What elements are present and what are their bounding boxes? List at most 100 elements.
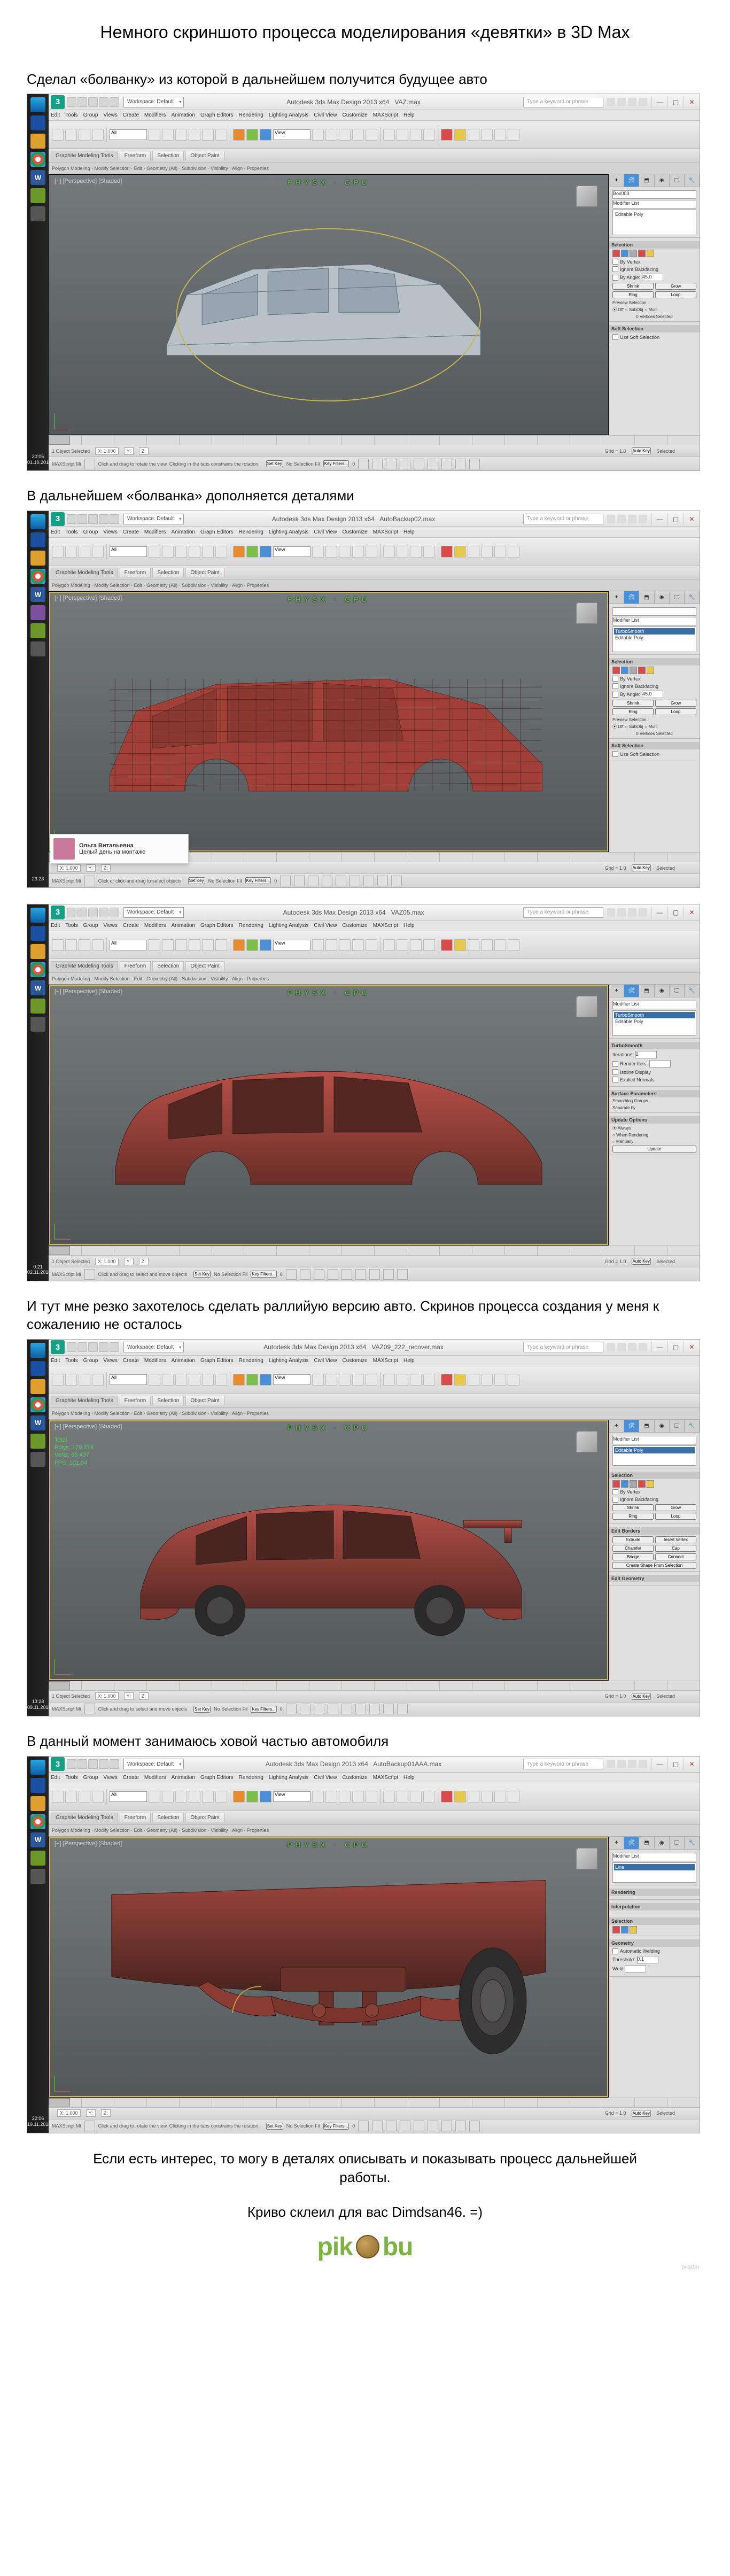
workspace-dropdown[interactable]: Workspace: Default [123, 1342, 184, 1352]
toolbar-button[interactable] [189, 129, 200, 141]
render-icon[interactable] [468, 546, 479, 558]
workspace-dropdown[interactable]: Workspace: Default [123, 514, 184, 524]
help-search-input[interactable]: Type a keyword or phrase [523, 907, 603, 918]
toolbar-button[interactable] [79, 1791, 90, 1803]
qat-redo-icon[interactable] [110, 908, 119, 917]
help-search-input[interactable]: Type a keyword or phrase [523, 97, 603, 107]
favorites-icon[interactable] [628, 1760, 636, 1768]
frame-field[interactable]: 0 [280, 1706, 283, 1712]
menu-modifiers[interactable]: Modifiers [144, 112, 166, 118]
move-tool-icon[interactable] [233, 129, 245, 141]
menu-modifiers[interactable]: Modifiers [144, 1358, 166, 1364]
panel-tab-display-icon[interactable]: 🖵 [670, 174, 685, 187]
toolbar-button[interactable] [162, 939, 174, 951]
pan-icon[interactable] [363, 876, 374, 886]
panel-tab-utilities-icon[interactable]: 🔧 [685, 591, 700, 604]
coord-x-field[interactable]: X: 1.000 [57, 864, 81, 872]
chrome-icon[interactable] [30, 962, 45, 977]
signin-icon[interactable] [617, 515, 626, 523]
next-frame-icon[interactable] [328, 1269, 338, 1280]
explicit-normals-checkbox[interactable] [612, 1077, 618, 1082]
menu-civil view[interactable]: Civil View [314, 529, 337, 535]
word-icon[interactable]: W [30, 1832, 45, 1847]
orbit-icon[interactable] [377, 876, 388, 886]
zoom-icon[interactable] [428, 2121, 438, 2131]
infocenter-icon[interactable] [607, 1343, 615, 1351]
toolbar-button[interactable] [366, 939, 377, 951]
toolbar-button[interactable] [325, 1791, 337, 1803]
ribbon-tab-0[interactable]: Graphite Modeling Tools [51, 568, 118, 577]
by-vertex-checkbox[interactable] [612, 676, 618, 682]
material-editor-icon[interactable] [441, 939, 453, 951]
minimize-button[interactable]: — [651, 907, 667, 918]
grow-button[interactable]: Grow [655, 283, 696, 290]
ie-icon[interactable] [30, 1778, 45, 1793]
key-filters-dropdown[interactable]: No Selection Fil [214, 1706, 247, 1712]
toolbar-button[interactable] [325, 129, 337, 141]
frame-field[interactable]: 0 [352, 2123, 355, 2129]
toolbar-button[interactable] [339, 939, 351, 951]
key-filters-button[interactable]: Key Filters... [251, 1271, 276, 1278]
toolbar-button[interactable] [325, 939, 337, 951]
menu-create[interactable]: Create [123, 923, 139, 929]
app-logo-icon[interactable]: 3 [51, 906, 65, 919]
by-angle-checkbox[interactable] [612, 692, 618, 698]
subobj-edge-icon[interactable] [621, 1480, 628, 1488]
autokey-button[interactable]: Auto Key [632, 1258, 651, 1265]
ribbon-tab-1[interactable]: Freeform [120, 961, 151, 971]
favorites-icon[interactable] [628, 98, 636, 106]
toolbar-button[interactable] [423, 129, 435, 141]
maximize-button[interactable]: ▢ [667, 907, 684, 918]
by-vertex-checkbox[interactable] [612, 259, 618, 265]
subobj-spline-icon[interactable] [630, 1926, 637, 1933]
ref-coord-dropdown[interactable]: View [273, 940, 310, 950]
listener-icon[interactable] [84, 2121, 95, 2131]
subobj-border-icon[interactable] [630, 250, 637, 257]
toolbar-button[interactable] [494, 129, 506, 141]
toolbar-button[interactable] [189, 546, 200, 558]
toolbar-button[interactable] [52, 1374, 64, 1386]
toolbar-button[interactable] [508, 939, 519, 951]
next-frame-icon[interactable] [400, 2121, 410, 2131]
viewport[interactable]: [+] [Perspective] [Shaded] PHYSX · CPU T… [49, 1420, 609, 1681]
maximize-viewport-icon[interactable] [469, 459, 480, 469]
menu-graph editors[interactable]: Graph Editors [200, 1775, 234, 1781]
menu-group[interactable]: Group [83, 1358, 98, 1364]
subobj-border-icon[interactable] [630, 1480, 637, 1488]
explorer-icon[interactable] [30, 1796, 45, 1811]
move-tool-icon[interactable] [233, 939, 245, 951]
menu-customize[interactable]: Customize [342, 112, 367, 118]
goto-end-icon[interactable] [341, 1704, 352, 1714]
move-tool-icon[interactable] [233, 546, 245, 558]
qat-save-icon[interactable] [88, 908, 98, 917]
angle-spinner[interactable]: 45.0 [642, 274, 663, 281]
toolbar-button[interactable] [52, 546, 64, 558]
toolbar-button[interactable] [189, 939, 200, 951]
setkey-button[interactable]: Set Key [266, 2123, 283, 2130]
maximize-viewport-icon[interactable] [397, 1269, 408, 1280]
infocenter-icon[interactable] [607, 515, 615, 523]
toolbar-button[interactable] [65, 129, 77, 141]
toolbar-button[interactable] [215, 1791, 227, 1803]
toolbar-button[interactable] [149, 939, 160, 951]
update-button[interactable]: Update [612, 1146, 696, 1152]
panel-tab-motion-icon[interactable]: ◉ [655, 591, 670, 604]
panel-tab-display-icon[interactable]: 🖵 [670, 1420, 685, 1432]
chrome-icon[interactable] [30, 569, 45, 584]
viewport[interactable]: [+] [Perspective] [Shaded] PHYSX · CPU [49, 985, 609, 1246]
material-editor-icon[interactable] [441, 1374, 453, 1386]
toolbar-button[interactable] [65, 1374, 77, 1386]
ribbon-tab-1[interactable]: Freeform [120, 1396, 151, 1405]
setkey-button[interactable]: Set Key [193, 1271, 211, 1278]
scale-tool-icon[interactable] [260, 939, 271, 951]
next-frame-icon[interactable] [328, 1704, 338, 1714]
menu-tools[interactable]: Tools [65, 923, 77, 929]
coord-z-field[interactable]: Z: [101, 864, 111, 872]
menu-animation[interactable]: Animation [171, 923, 195, 929]
modifier-list-dropdown[interactable]: Modifier List [612, 1001, 696, 1009]
ribbon-tab-0[interactable]: Graphite Modeling Tools [51, 151, 118, 160]
qat-redo-icon[interactable] [110, 1759, 119, 1769]
menu-help[interactable]: Help [403, 1775, 415, 1781]
toolbar-button[interactable] [79, 129, 90, 141]
coord-z-field[interactable]: Z: [101, 2109, 111, 2117]
